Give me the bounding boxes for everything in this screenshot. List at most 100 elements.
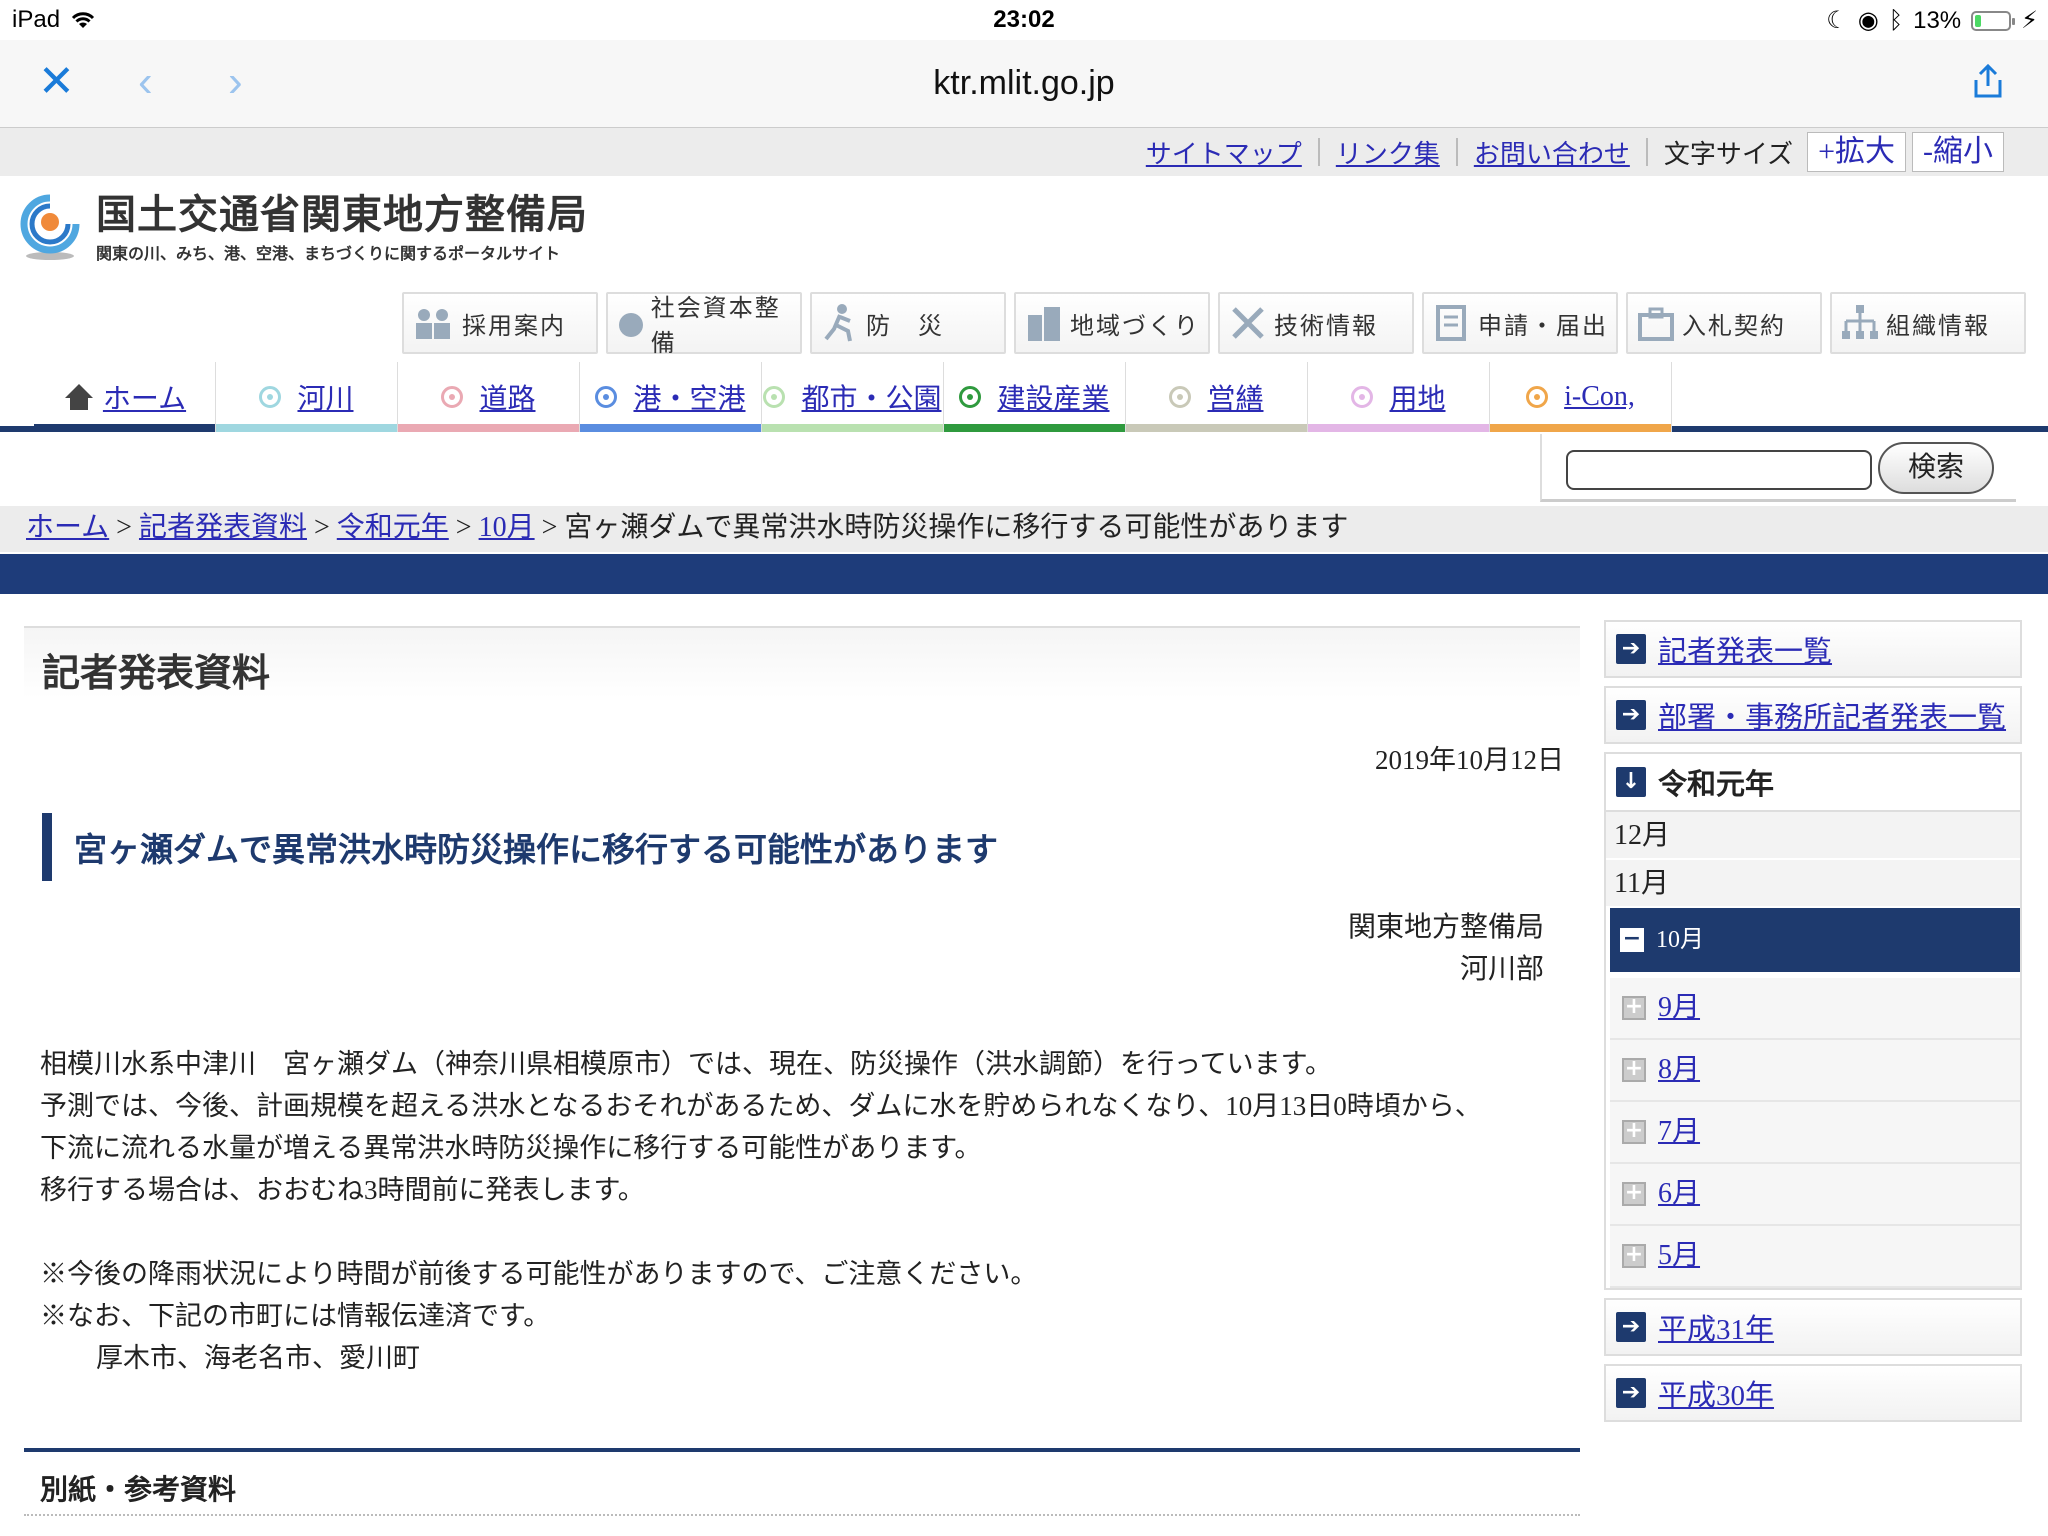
- site-logo[interactable]: 国土交通省関東地方整備局 関東の川、みち、港、空港、まちづくりに関するポータルサ…: [18, 192, 588, 264]
- breadcrumb-current: 宮ヶ瀬ダムで異常洪水時防災操作に移行する可能性があります: [564, 512, 1349, 543]
- breadcrumb-year[interactable]: 令和元年: [337, 512, 449, 543]
- month-label[interactable]: 5月: [1658, 1232, 1700, 1280]
- tab-label[interactable]: 用地: [1389, 377, 1445, 417]
- tab-label[interactable]: 都市・公園: [801, 377, 941, 417]
- breadcrumb-separator: >: [116, 512, 132, 543]
- tab-0[interactable]: ホーム: [34, 362, 216, 432]
- category-bidding[interactable]: 入札契約: [1626, 292, 1822, 354]
- year-heading[interactable]: ↓ 令和元年: [1606, 754, 2020, 812]
- sitemap-link[interactable]: サイトマップ: [1146, 134, 1302, 171]
- breadcrumb-press[interactable]: 記者発表資料: [139, 512, 307, 543]
- tab-5[interactable]: 建設産業: [944, 362, 1126, 432]
- bluetooth-icon: ᛒ: [1888, 6, 1904, 34]
- search-button[interactable]: 検索: [1878, 442, 1994, 494]
- tab-8[interactable]: i-Con,: [1490, 362, 1672, 432]
- target-icon: [1526, 386, 1549, 408]
- sidebar-press-list[interactable]: ➔ 記者発表一覧: [1604, 620, 2022, 678]
- category-disaster[interactable]: 防 災: [810, 292, 1006, 354]
- month-item[interactable]: 12月: [1606, 812, 2020, 860]
- arrow-right-icon: ➔: [1616, 1312, 1646, 1342]
- plus-icon: +: [1622, 996, 1646, 1020]
- tab-label[interactable]: ホーム: [103, 377, 186, 417]
- people-icon: [416, 309, 450, 339]
- contact-link[interactable]: お問い合わせ: [1474, 134, 1630, 171]
- month-item[interactable]: +9月: [1610, 978, 2020, 1040]
- url-display[interactable]: ktr.mlit.go.jp: [0, 64, 2048, 103]
- tab-label[interactable]: 河川: [297, 377, 353, 417]
- font-enlarge-button[interactable]: +拡大: [1807, 132, 1906, 172]
- category-application[interactable]: 申請・届出: [1422, 292, 1618, 354]
- month-item[interactable]: 11月: [1606, 860, 2020, 908]
- month-label[interactable]: 8月: [1658, 1046, 1700, 1094]
- category-recruit[interactable]: 採用案内: [402, 292, 598, 354]
- category-community[interactable]: 地域づくり: [1014, 292, 1210, 354]
- tools-icon: [1232, 307, 1264, 339]
- arrow-down-icon: ↓: [1616, 767, 1646, 797]
- month-label[interactable]: 6月: [1658, 1170, 1700, 1218]
- body-paragraph: 移行する場合は、おおむね3時間前に発表します。: [40, 1175, 645, 1205]
- month-item[interactable]: +7月: [1610, 1102, 2020, 1164]
- month-item-active[interactable]: −10月: [1610, 908, 2020, 974]
- moon-icon: ☾: [1826, 7, 1848, 34]
- tab-label[interactable]: i-Con,: [1564, 381, 1635, 413]
- arrow-right-icon: ➔: [1616, 634, 1646, 664]
- links-link[interactable]: リンク集: [1336, 134, 1440, 171]
- tab-label[interactable]: 建設産業: [997, 377, 1109, 417]
- logo-mark-icon: [20, 194, 80, 260]
- month-label[interactable]: 9月: [1658, 984, 1700, 1032]
- font-shrink-button[interactable]: -縮小: [1912, 132, 2004, 172]
- tab-color-bar: [580, 424, 761, 432]
- target-icon: [441, 386, 464, 408]
- document-icon: [1436, 305, 1466, 341]
- tab-label[interactable]: 道路: [479, 377, 535, 417]
- tab-color-bar: [398, 424, 579, 432]
- note-line: ※なお、下記の市町には情報伝達済です。: [40, 1301, 551, 1331]
- sidebar-link-label[interactable]: 平成30年: [1658, 1372, 1774, 1414]
- category-label: 入札契約: [1682, 313, 1786, 340]
- org-department: 河川部: [1459, 954, 1544, 985]
- header-divider-bar: [0, 554, 2048, 594]
- sidebar-link-label[interactable]: 部署・事務所記者発表一覧: [1658, 694, 2006, 736]
- section-title: 記者発表資料: [24, 626, 1580, 698]
- arrow-right-icon: ➔: [1616, 1378, 1646, 1408]
- tab-2[interactable]: 道路: [398, 362, 580, 432]
- target-icon: [1351, 386, 1374, 408]
- note-line: ※今後の降雨状況により時間が前後する可能性がありますので、ご注意ください。: [40, 1259, 1038, 1289]
- tab-color-bar: [1126, 424, 1307, 432]
- breadcrumb-home[interactable]: ホーム: [26, 512, 109, 543]
- rotation-lock-icon: ◉: [1857, 7, 1879, 34]
- sidebar-year-h31[interactable]: ➔ 平成31年: [1604, 1298, 2022, 1356]
- tab-label[interactable]: 営繕: [1207, 377, 1263, 417]
- month-item[interactable]: +5月: [1610, 1226, 2020, 1288]
- category-infrastructure[interactable]: 社会資本整備: [606, 292, 802, 357]
- tab-1[interactable]: 河川: [216, 362, 398, 432]
- month-item[interactable]: +8月: [1610, 1040, 2020, 1102]
- tab-label[interactable]: 港・空港: [633, 377, 745, 417]
- category-organization[interactable]: 組織情報: [1830, 292, 2026, 354]
- tab-6[interactable]: 営繕: [1126, 362, 1308, 432]
- plus-icon: +: [1622, 1244, 1646, 1268]
- category-label: 技術情報: [1274, 313, 1378, 340]
- tab-4[interactable]: 都市・公園: [762, 362, 944, 432]
- notified-municipalities: 厚木市、海老名市、愛川町: [96, 1343, 420, 1373]
- sidebar-link-label[interactable]: 平成31年: [1658, 1306, 1774, 1348]
- press-date: 2019年10月12日: [1375, 745, 1564, 775]
- sidebar: ➔ 記者発表一覧 ➔ 部署・事務所記者発表一覧 ↓ 令和元年 12月 11月 −10月…: [1604, 620, 2022, 1430]
- target-icon: [1169, 386, 1192, 408]
- target-icon: [959, 386, 982, 408]
- tab-3[interactable]: 港・空港: [580, 362, 762, 432]
- share-icon[interactable]: [1968, 62, 2008, 102]
- breadcrumb-month[interactable]: 10月: [479, 512, 535, 543]
- font-size-label: 文字サイズ: [1663, 139, 1794, 169]
- press-body: 相模川水系中津川 宮ヶ瀬ダム（神奈川県相模原市）では、現在、防災操作（洪水調節）…: [24, 1043, 1580, 1379]
- category-tech[interactable]: 技術情報: [1218, 292, 1414, 354]
- battery-icon: [1971, 10, 2016, 31]
- sidebar-year-h30[interactable]: ➔ 平成30年: [1604, 1364, 2022, 1422]
- tab-7[interactable]: 用地: [1308, 362, 1490, 432]
- status-bar: iPad 23:02 ☾ ◉ ᛒ 13% ⚡: [0, 0, 2048, 40]
- month-label[interactable]: 7月: [1658, 1108, 1700, 1156]
- month-item[interactable]: +6月: [1610, 1164, 2020, 1226]
- search-input[interactable]: [1566, 450, 1872, 490]
- sidebar-dept-press-list[interactable]: ➔ 部署・事務所記者発表一覧: [1604, 686, 2022, 744]
- sidebar-link-label[interactable]: 記者発表一覧: [1658, 628, 1832, 670]
